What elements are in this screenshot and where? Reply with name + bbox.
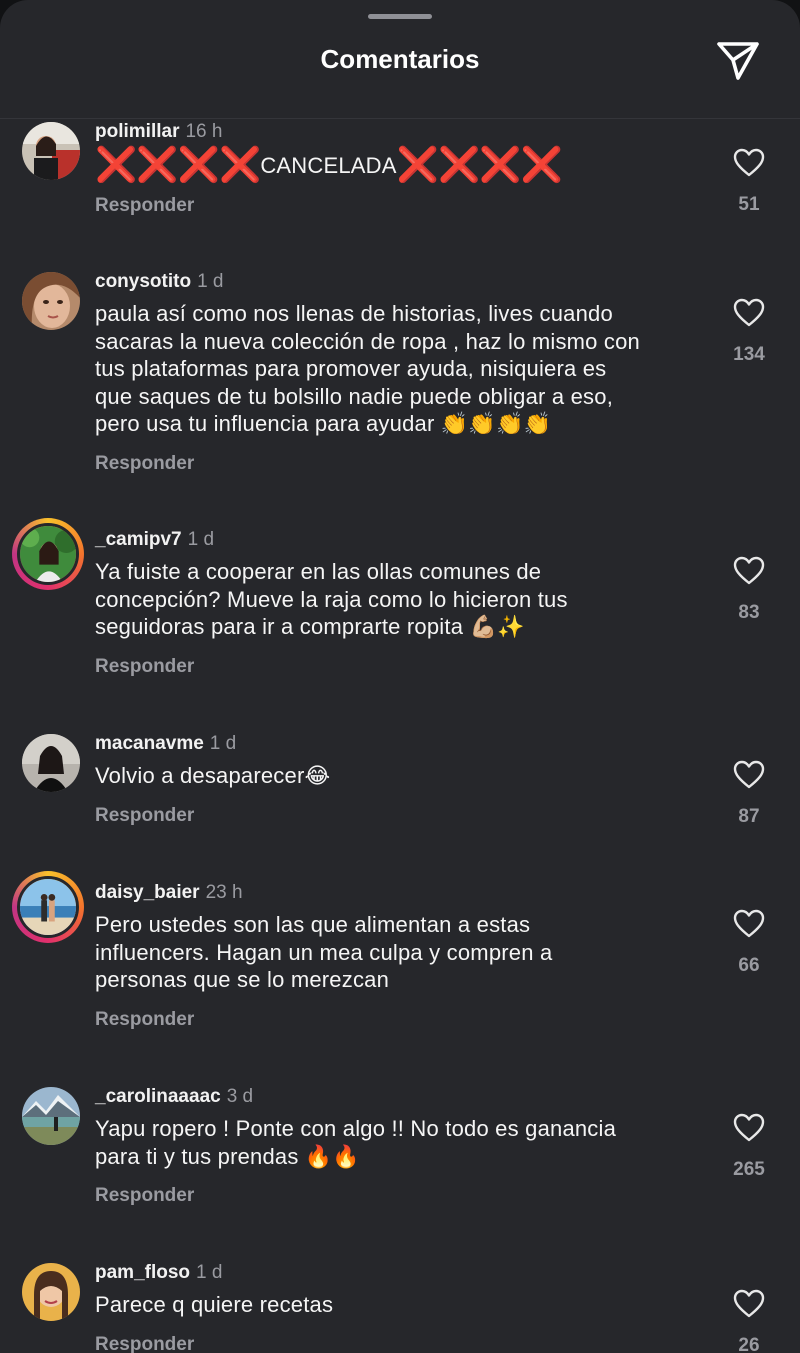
comment-username[interactable]: polimillar <box>95 121 179 142</box>
reply-button[interactable]: Responder <box>95 195 194 217</box>
cross-mark-icon: ❌❌❌❌ <box>95 146 261 184</box>
like-count[interactable]: 83 <box>700 602 798 624</box>
avatar <box>17 523 79 585</box>
comment-meta: macanavme 1 d <box>95 732 236 756</box>
comment-item: polimillar 16 h ❌❌❌❌CANCELADA❌❌❌❌ Respond… <box>0 120 800 230</box>
comment-item: macanavme 1 d Volvio a desaparecer😂 Respo… <box>0 732 800 842</box>
comment-text: Pero ustedes son las que alimentan a est… <box>95 912 553 992</box>
comment-meta: pam_floso 1 d <box>95 1261 222 1285</box>
cross-mark-icon: ❌❌❌❌ <box>396 146 563 184</box>
avatar-photo-icon <box>22 1087 80 1145</box>
header: Comentarios <box>0 0 800 119</box>
comment-time: 16 h <box>185 121 223 142</box>
page-title: Comentarios <box>320 44 480 74</box>
comment-username[interactable]: pam_floso <box>95 1262 190 1283</box>
reply-button[interactable]: Responder <box>95 1009 194 1031</box>
comment-time: 23 h <box>205 882 243 903</box>
comment-text: ❌❌❌❌CANCELADA❌❌❌❌ <box>95 148 705 182</box>
avatar[interactable] <box>22 734 80 792</box>
comment-item: daisy_baier 23 h Pero ustedes son las que… <box>0 871 800 1041</box>
like-count[interactable]: 134 <box>700 344 798 366</box>
reply-button[interactable]: Responder <box>95 805 194 827</box>
comment-username[interactable]: _carolinaaaac <box>95 1086 221 1107</box>
avatar-photo-icon <box>20 526 76 582</box>
avatar[interactable] <box>22 272 80 330</box>
comment-username[interactable]: conysotito <box>95 271 191 292</box>
comment-item: _carolinaaaac 3 d Yapu ropero ! Ponte con… <box>0 1085 800 1215</box>
comment-text: Parece q quiere recetas <box>95 1292 334 1317</box>
like-count[interactable]: 26 <box>700 1335 798 1353</box>
like-count[interactable]: 66 <box>700 955 798 977</box>
avatar-story-ring[interactable] <box>12 518 84 590</box>
comment-item: conysotito 1 d paula así como nos llenas … <box>0 270 800 480</box>
reply-button[interactable]: Responder <box>95 1334 194 1353</box>
avatar <box>17 876 79 938</box>
share-button[interactable] <box>714 38 762 84</box>
avatar-photo-icon <box>20 879 76 935</box>
comment-meta: polimillar 16 h <box>95 120 222 144</box>
reply-button[interactable]: Responder <box>95 1185 194 1207</box>
avatar-photo-icon <box>22 1263 80 1321</box>
comment-time: 1 d <box>209 733 237 754</box>
comment-meta: _camipv7 1 d <box>95 528 214 552</box>
comment-meta: conysotito 1 d <box>95 270 223 294</box>
comment-text: paula así como nos llenas de historias, … <box>95 301 640 436</box>
comment-text: Yapu ropero ! Ponte con algo !! No todo … <box>95 1116 617 1169</box>
comment-text: Ya fuiste a cooperar en las ollas comune… <box>95 559 568 639</box>
reply-button[interactable]: Responder <box>95 453 194 475</box>
avatar-photo-icon <box>22 122 80 180</box>
comments-sheet: Comentarios polimillar 16 h ❌❌❌❌CANCELADA… <box>0 0 800 1353</box>
heart-icon[interactable] <box>733 760 765 790</box>
like-count[interactable]: 87 <box>700 806 798 828</box>
heart-icon[interactable] <box>733 909 765 939</box>
comment-username[interactable]: _camipv7 <box>95 529 182 550</box>
heart-icon[interactable] <box>733 148 765 178</box>
heart-icon[interactable] <box>733 1289 765 1319</box>
reply-button[interactable]: Responder <box>95 656 194 678</box>
avatar[interactable] <box>22 1087 80 1145</box>
comment-item: pam_floso 1 d Parece q quiere recetas Res… <box>0 1261 800 1353</box>
comment-text-main: CANCELADA <box>260 153 397 178</box>
heart-icon[interactable] <box>733 298 765 328</box>
comment-time: 1 d <box>196 1262 223 1283</box>
avatar[interactable] <box>22 1263 80 1321</box>
comment-time: 1 d <box>197 271 224 292</box>
comment-meta: daisy_baier 23 h <box>95 881 243 905</box>
comment-item: _camipv7 1 d Ya fuiste a cooperar en las … <box>0 518 800 688</box>
like-count[interactable]: 51 <box>700 194 798 216</box>
comment-text: Volvio a desaparecer😂 <box>95 763 331 788</box>
comment-time: 1 d <box>187 529 215 550</box>
comment-username[interactable]: macanavme <box>95 733 204 754</box>
avatar-photo-icon <box>22 734 80 792</box>
avatar[interactable] <box>22 122 80 180</box>
like-count[interactable]: 265 <box>700 1159 798 1181</box>
comment-meta: _carolinaaaac 3 d <box>95 1085 253 1109</box>
paper-plane-icon <box>717 42 759 80</box>
comment-time: 3 d <box>226 1086 254 1107</box>
avatar-photo-icon <box>22 272 80 330</box>
avatar-story-ring[interactable] <box>12 871 84 943</box>
heart-icon[interactable] <box>733 1113 765 1143</box>
heart-icon[interactable] <box>733 556 765 586</box>
comment-username[interactable]: daisy_baier <box>95 882 200 903</box>
